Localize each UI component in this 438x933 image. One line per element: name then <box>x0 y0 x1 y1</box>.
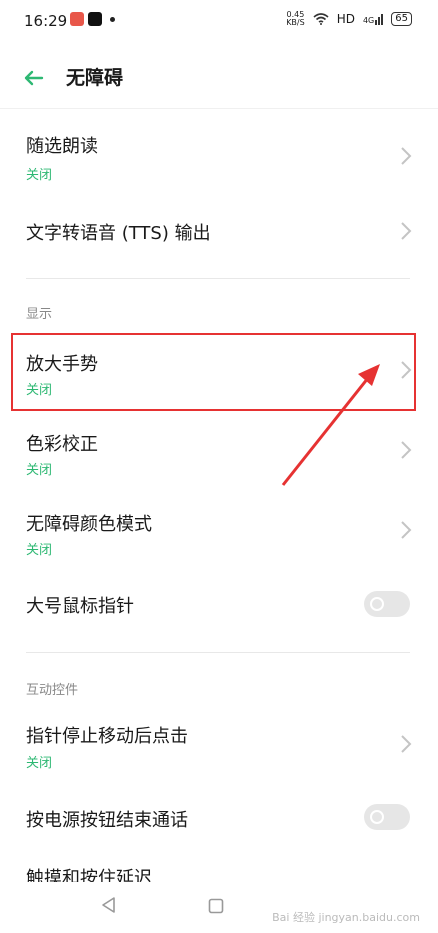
section-divider <box>26 278 410 279</box>
header-divider <box>0 108 438 109</box>
page-title: 无障碍 <box>66 67 124 89</box>
item-title: 大号鼠标指针 <box>26 596 134 617</box>
nav-home-icon[interactable] <box>208 898 224 914</box>
touch-hold-delay-item[interactable]: 触摸和按住延迟 <box>0 860 438 882</box>
item-title: 随选朗读 <box>26 136 98 157</box>
nav-back-icon[interactable] <box>100 896 118 914</box>
watermark: Bai 经验 jingyan.baidu.com <box>272 911 420 924</box>
section-divider <box>26 652 410 653</box>
item-title: 触摸和按住延迟 <box>26 868 152 882</box>
color-correction-item[interactable]: 色彩校正 关闭 <box>0 420 438 484</box>
hd-badge: HD <box>336 12 355 26</box>
top-bar: 无障碍 <box>0 52 438 104</box>
tts-output-item[interactable]: 文字转语音 (TTS) 输出 <box>0 205 438 257</box>
toggle-knob <box>370 810 384 824</box>
select-to-speak-item[interactable]: 随选朗读 关闭 <box>0 126 438 190</box>
large-pointer-item[interactable]: 大号鼠标指针 <box>0 582 438 626</box>
dwell-click-item[interactable]: 指针停止移动后点击 关闭 <box>0 712 438 776</box>
status-bar: 16:29 0.45 KB/S HD 4G 65 <box>0 0 438 42</box>
back-arrow-icon[interactable] <box>20 64 48 92</box>
power-ends-call-toggle[interactable] <box>364 804 410 830</box>
item-status: 关闭 <box>26 168 53 183</box>
power-ends-call-item[interactable]: 按电源按钮结束通话 <box>0 796 438 840</box>
item-title: 指针停止移动后点击 <box>26 726 188 747</box>
toggle-knob <box>370 597 384 611</box>
battery-icon: 65 <box>391 12 412 26</box>
item-title: 按电源按钮结束通话 <box>26 810 188 831</box>
chevron-right-icon <box>401 441 412 459</box>
section-header-interaction: 互动控件 <box>26 683 79 698</box>
tiktok-icon <box>88 12 102 26</box>
accessible-color-mode-item[interactable]: 无障碍颜色模式 关闭 <box>0 500 438 564</box>
signal-icon: 4G <box>363 13 384 25</box>
notification-dot-icon <box>110 16 115 22</box>
item-title: 文字转语音 (TTS) 输出 <box>26 223 211 244</box>
status-time: 16:29 <box>24 12 68 30</box>
chevron-right-icon <box>401 735 412 753</box>
annotation-highlight-box <box>11 333 416 411</box>
chevron-right-icon <box>401 147 412 165</box>
item-status: 关闭 <box>26 463 53 478</box>
navigation-bar: Bai 经验 jingyan.baidu.com <box>0 882 438 933</box>
net-speed: 0.45 KB/S <box>286 10 305 27</box>
wifi-icon <box>313 13 329 25</box>
chevron-right-icon <box>401 521 412 539</box>
item-title: 色彩校正 <box>26 434 98 455</box>
section-header-display: 显示 <box>26 307 53 322</box>
item-status: 关闭 <box>26 543 53 558</box>
item-title: 无障碍颜色模式 <box>26 514 152 535</box>
item-status: 关闭 <box>26 756 53 771</box>
large-pointer-toggle[interactable] <box>364 591 410 617</box>
news-app-icon <box>70 12 84 26</box>
chevron-right-icon <box>401 222 412 240</box>
